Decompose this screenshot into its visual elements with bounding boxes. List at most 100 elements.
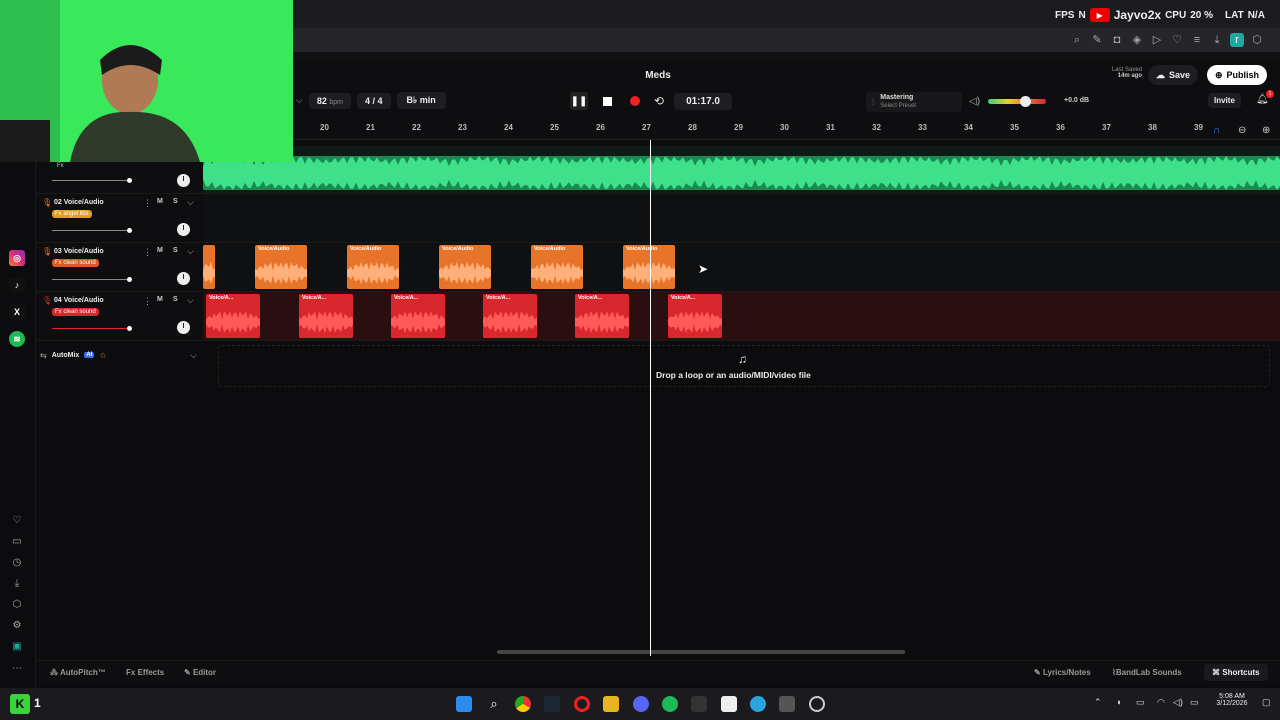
track-03-header[interactable]: 🎙︎ 03 Voice/Audio Fx clean sound ⋮ M S ⌵ bbox=[36, 243, 203, 292]
save-button[interactable]: ☁ Save bbox=[1148, 65, 1199, 85]
edit-icon[interactable]: ✎ bbox=[1090, 33, 1104, 47]
shortcuts-button[interactable]: ⌘ Shortcuts bbox=[1204, 664, 1268, 681]
chat-icon[interactable]: ▭ bbox=[10, 536, 24, 550]
track-menu-icon[interactable]: ⋮ bbox=[143, 296, 152, 307]
track-01-fx[interactable]: Fx bbox=[54, 162, 67, 170]
shield-icon[interactable]: ◈ bbox=[1130, 33, 1144, 47]
opera-icon[interactable] bbox=[574, 696, 590, 712]
audio-clip[interactable] bbox=[203, 245, 215, 289]
track-01-clip[interactable] bbox=[203, 156, 1280, 190]
track-04-header[interactable]: 🎙︎ 04 Voice/Audio Fx clean sound ⋮ M S ⌵ bbox=[36, 292, 203, 341]
pause-icon[interactable]: ❚❚ bbox=[570, 92, 588, 110]
track-03-pan-knob[interactable] bbox=[177, 272, 190, 285]
kick-icon[interactable]: K bbox=[10, 694, 30, 714]
audio-clip[interactable]: Voice/A... bbox=[483, 294, 537, 338]
editor-button[interactable]: ✎ Editor bbox=[184, 668, 216, 677]
track-03-volume[interactable] bbox=[52, 279, 128, 280]
mute-button[interactable]: M bbox=[157, 296, 163, 303]
horizontal-scrollbar[interactable] bbox=[497, 650, 905, 654]
audio-clip[interactable]: Voice/Audio bbox=[623, 245, 675, 289]
steam-icon[interactable] bbox=[544, 696, 560, 712]
notifications-icon[interactable]: ▢ bbox=[1262, 697, 1271, 708]
cube-icon[interactable]: ⬡ bbox=[10, 599, 24, 613]
master-volume-thumb[interactable] bbox=[1020, 96, 1031, 107]
spotify-icon[interactable] bbox=[662, 696, 678, 712]
track-01-volume-thumb[interactable] bbox=[127, 178, 132, 183]
windows-start-icon[interactable] bbox=[456, 696, 472, 712]
track-01-pan-knob[interactable] bbox=[177, 174, 190, 187]
time-signature[interactable]: 4 / 4 bbox=[356, 92, 391, 109]
track-03-lane[interactable]: Voice/Audio Voice/Audio Voice/Audio Voice/A… bbox=[203, 243, 1280, 292]
play-icon[interactable]: ▷ bbox=[1150, 33, 1164, 47]
project-title[interactable]: Meds bbox=[640, 70, 676, 81]
track-03-volume-thumb[interactable] bbox=[127, 277, 132, 282]
track-02-volume-thumb[interactable] bbox=[127, 228, 132, 233]
battery-icon[interactable]: ▭ bbox=[1190, 697, 1199, 708]
speaker-icon[interactable]: ◁) bbox=[969, 96, 980, 107]
track-02-pan-knob[interactable] bbox=[177, 223, 190, 236]
extensions-icon[interactable]: ⬡ bbox=[1250, 33, 1264, 47]
chrome-icon[interactable] bbox=[515, 696, 531, 712]
track-01-lane[interactable] bbox=[203, 146, 1280, 194]
download-icon[interactable]: ⤓ bbox=[10, 578, 24, 592]
solo-button[interactable]: S bbox=[173, 247, 178, 254]
tiktok-icon[interactable]: ♪ bbox=[9, 277, 25, 293]
audio-clip[interactable]: Voice/Audio bbox=[439, 245, 491, 289]
lyrics-button[interactable]: ✎ Lyrics/Notes bbox=[1034, 668, 1091, 677]
magnet-icon[interactable]: ∩ bbox=[1213, 125, 1220, 136]
track-04-pan-knob[interactable] bbox=[177, 321, 190, 334]
star-icon[interactable]: ☆ bbox=[99, 351, 106, 360]
track-03-fx[interactable]: Fx clean sound bbox=[52, 259, 99, 267]
chevron-down-icon[interactable]: ⌵ bbox=[187, 295, 194, 306]
heart-icon[interactable]: ♡ bbox=[1170, 33, 1184, 47]
record-icon[interactable] bbox=[626, 92, 644, 110]
instagram-icon[interactable]: ◎ bbox=[9, 250, 25, 266]
autopitch-button[interactable]: ⁂ AutoPitch™ bbox=[50, 668, 106, 677]
audio-clip[interactable]: Voice/Audio bbox=[347, 245, 399, 289]
audio-clip[interactable]: Voice/A... bbox=[206, 294, 260, 338]
chevron-down-icon[interactable]: ⌵ bbox=[190, 350, 197, 361]
track-04-fx[interactable]: Fx clean sound bbox=[52, 308, 99, 316]
chevron-down-icon[interactable]: ⌵ bbox=[187, 197, 194, 208]
track-04-name[interactable]: 04 Voice/Audio bbox=[54, 297, 104, 304]
history-icon[interactable]: ◷ bbox=[10, 557, 24, 571]
playhead[interactable] bbox=[650, 140, 651, 656]
invite-button[interactable]: Invite bbox=[1208, 93, 1241, 108]
obs-icon[interactable] bbox=[809, 696, 825, 712]
menu-icon[interactable]: ≡ bbox=[1190, 33, 1204, 47]
notepad-icon[interactable] bbox=[721, 696, 737, 712]
keyboard-icon[interactable]: ▭ bbox=[1136, 697, 1145, 708]
loop-icon[interactable]: ⟲ bbox=[654, 94, 664, 108]
telegram-icon[interactable] bbox=[750, 696, 766, 712]
audio-clip[interactable]: Voice/A... bbox=[299, 294, 353, 338]
track-02-volume[interactable] bbox=[52, 230, 128, 231]
mic-icon[interactable]: ◖ bbox=[1116, 697, 1121, 707]
folder-icon[interactable] bbox=[603, 696, 619, 712]
solo-button[interactable]: S bbox=[173, 198, 178, 205]
audio-clip[interactable]: Voice/A... bbox=[575, 294, 629, 338]
automix-row[interactable]: ⇆ AutoMix AI ☆ ⌵ bbox=[36, 346, 203, 364]
track-04-lane[interactable]: Voice/A... Voice/A... Voice/A... Voice/A...… bbox=[203, 292, 1280, 341]
audio-clip[interactable]: Voice/A... bbox=[391, 294, 445, 338]
search-icon[interactable]: ⌕ bbox=[486, 696, 502, 712]
minecraft-icon[interactable] bbox=[779, 696, 795, 712]
track-menu-icon[interactable]: ⋮ bbox=[143, 247, 152, 258]
bandlab-sounds-button[interactable]: ⌇BandLab Sounds bbox=[1112, 668, 1182, 677]
track-menu-icon[interactable]: ⋮ bbox=[143, 198, 152, 209]
audio-clip[interactable]: Voice/Audio bbox=[255, 245, 307, 289]
camera-icon[interactable]: ◘ bbox=[1110, 33, 1124, 47]
key-selector[interactable]: B♭ min bbox=[396, 92, 446, 109]
track-02-lane[interactable] bbox=[203, 194, 1280, 243]
track-04-volume-thumb[interactable] bbox=[127, 326, 132, 331]
master-volume-slider[interactable] bbox=[988, 99, 1046, 104]
download-icon[interactable]: ⤓ bbox=[1210, 33, 1224, 47]
solo-button[interactable]: S bbox=[173, 296, 178, 303]
tray-chevron-icon[interactable]: ⌃ bbox=[1094, 697, 1102, 708]
system-clock[interactable]: 5:08 AM 3/12/2026 bbox=[1212, 693, 1252, 707]
wifi-icon[interactable]: ◠ bbox=[1157, 697, 1165, 708]
track-02-fx[interactable]: Fx angel libs bbox=[52, 210, 92, 218]
more-icon[interactable]: ⋯ bbox=[10, 663, 24, 677]
epic-icon[interactable] bbox=[691, 696, 707, 712]
track-04-volume[interactable] bbox=[52, 328, 128, 329]
effects-button[interactable]: Fx Effects bbox=[126, 668, 164, 677]
